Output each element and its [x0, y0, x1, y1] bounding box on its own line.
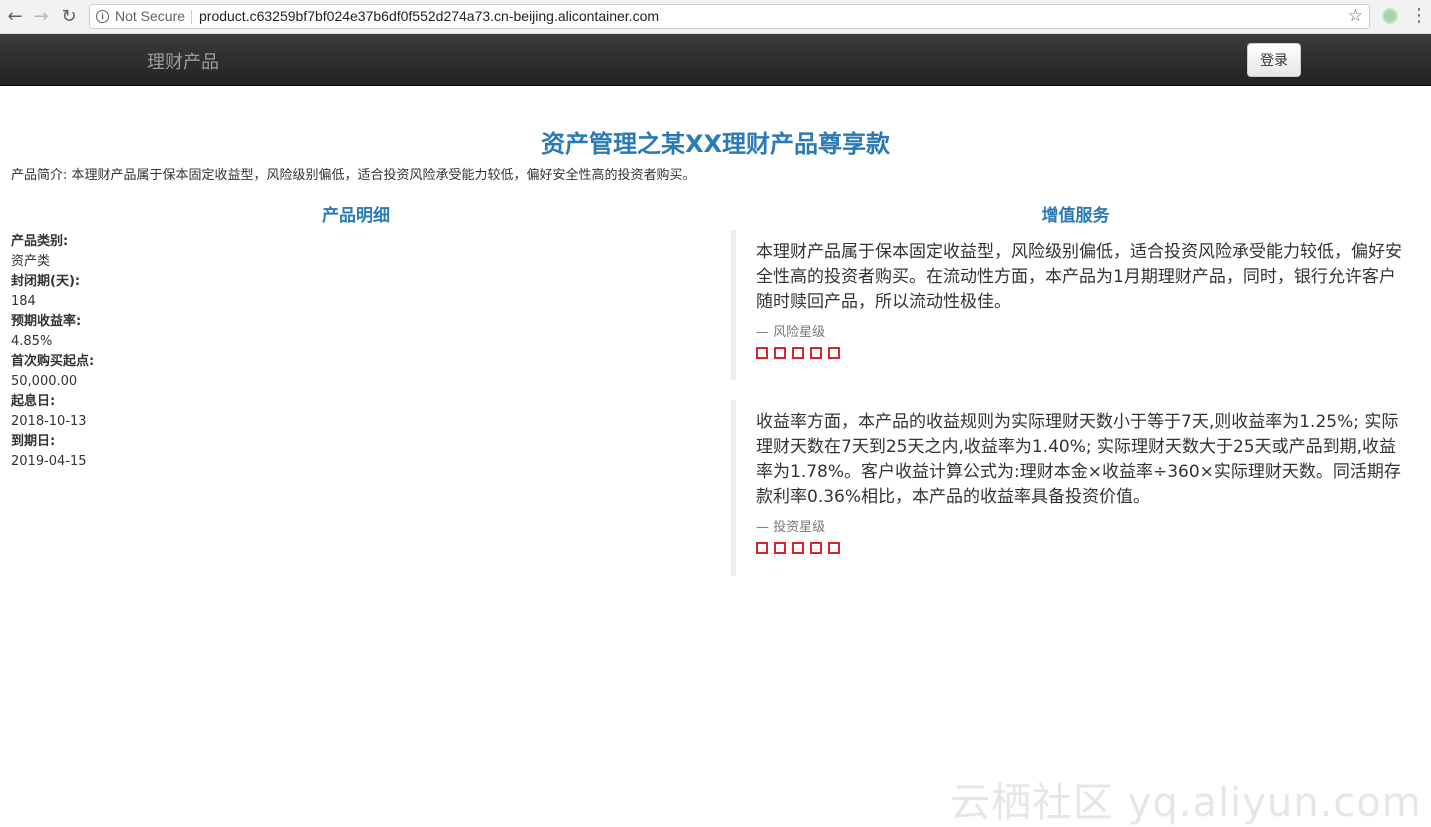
star-outline-icon — [828, 542, 840, 554]
star-outline-icon — [756, 347, 768, 359]
security-label: Not Secure — [115, 8, 186, 24]
detail-label-min-purchase: 首次购买起点: — [11, 354, 95, 369]
product-details-list: 产品类别: 资产类 封闭期(天): 184 预期收益率: 4.85% 首次购买起… — [11, 232, 94, 472]
detail-label-end-date: 到期日: — [11, 434, 56, 449]
star-outline-icon — [828, 347, 840, 359]
star-outline-icon — [756, 542, 768, 554]
detail-value-end-date: 2019-04-15 — [11, 454, 87, 469]
star-outline-icon — [774, 347, 786, 359]
risk-rating-label: — 风险星级 — [756, 325, 826, 340]
detail-value-start-date: 2018-10-13 — [11, 414, 87, 429]
browser-menu-icon[interactable]: ⋮ — [1410, 6, 1428, 26]
bookmark-star-icon[interactable]: ☆ — [1348, 6, 1363, 26]
extension-icon[interactable] — [1382, 8, 1398, 24]
browser-toolbar: ← → ↻ i Not Secure product.c63259bf7bf02… — [0, 0, 1431, 34]
forward-arrow-icon[interactable]: → — [30, 6, 52, 28]
address-separator — [191, 10, 192, 24]
investment-rating-label: — 投资星级 — [756, 520, 826, 535]
detail-value-expected-yield: 4.85% — [11, 334, 53, 349]
star-outline-icon — [792, 542, 804, 554]
detail-label-closed-period: 封闭期(天): — [11, 274, 81, 289]
investment-star-rating — [756, 542, 1411, 554]
yield-description: 收益率方面，本产品的收益规则为实际理财天数小于等于7天,则收益率为1.25%; … — [756, 412, 1401, 507]
risk-star-rating — [756, 347, 1411, 359]
detail-label-expected-yield: 预期收益率: — [11, 314, 82, 329]
reload-icon[interactable]: ↻ — [58, 6, 80, 28]
detail-label-start-date: 起息日: — [11, 394, 56, 409]
watermark-logo: 云栖社区 yq.aliyun.com — [950, 780, 1422, 826]
detail-value-min-purchase: 50,000.00 — [11, 374, 78, 389]
detail-value-closed-period: 184 — [11, 294, 36, 309]
login-button[interactable]: 登录 — [1247, 43, 1301, 77]
risk-description: 本理财产品属于保本固定收益型，风险级别偏低，适合投资风险承受能力较低，偏好安全性… — [756, 242, 1402, 312]
address-bar[interactable]: i Not Secure product.c63259bf7bf024e37b6… — [89, 4, 1370, 29]
star-outline-icon — [792, 347, 804, 359]
info-icon[interactable]: i — [96, 10, 109, 23]
product-intro: 产品简介: 本理财产品属于保本固定收益型，风险级别偏低，适合投资风险承受能力较低… — [11, 168, 696, 183]
detail-label-category: 产品类别: — [11, 234, 69, 249]
star-outline-icon — [810, 347, 822, 359]
navbar-brand[interactable]: 理财产品 — [147, 48, 219, 74]
product-details-heading: 产品明细 — [322, 206, 390, 226]
yield-blockquote: 收益率方面，本产品的收益规则为实际理财天数小于等于7天,则收益率为1.25%; … — [731, 400, 1411, 576]
value-added-services-heading: 增值服务 — [1041, 206, 1110, 226]
top-navbar: 理财产品 登录 — [0, 34, 1431, 86]
page-title: 资产管理之某XX理财产品尊享款 — [540, 130, 890, 158]
star-outline-icon — [810, 542, 822, 554]
detail-value-category: 资产类 — [11, 254, 51, 269]
back-arrow-icon[interactable]: ← — [4, 6, 26, 28]
url-text[interactable]: product.c63259bf7bf024e37b6df0f552d274a7… — [199, 8, 659, 24]
star-outline-icon — [774, 542, 786, 554]
risk-blockquote: 本理财产品属于保本固定收益型，风险级别偏低，适合投资风险承受能力较低，偏好安全性… — [731, 230, 1411, 380]
